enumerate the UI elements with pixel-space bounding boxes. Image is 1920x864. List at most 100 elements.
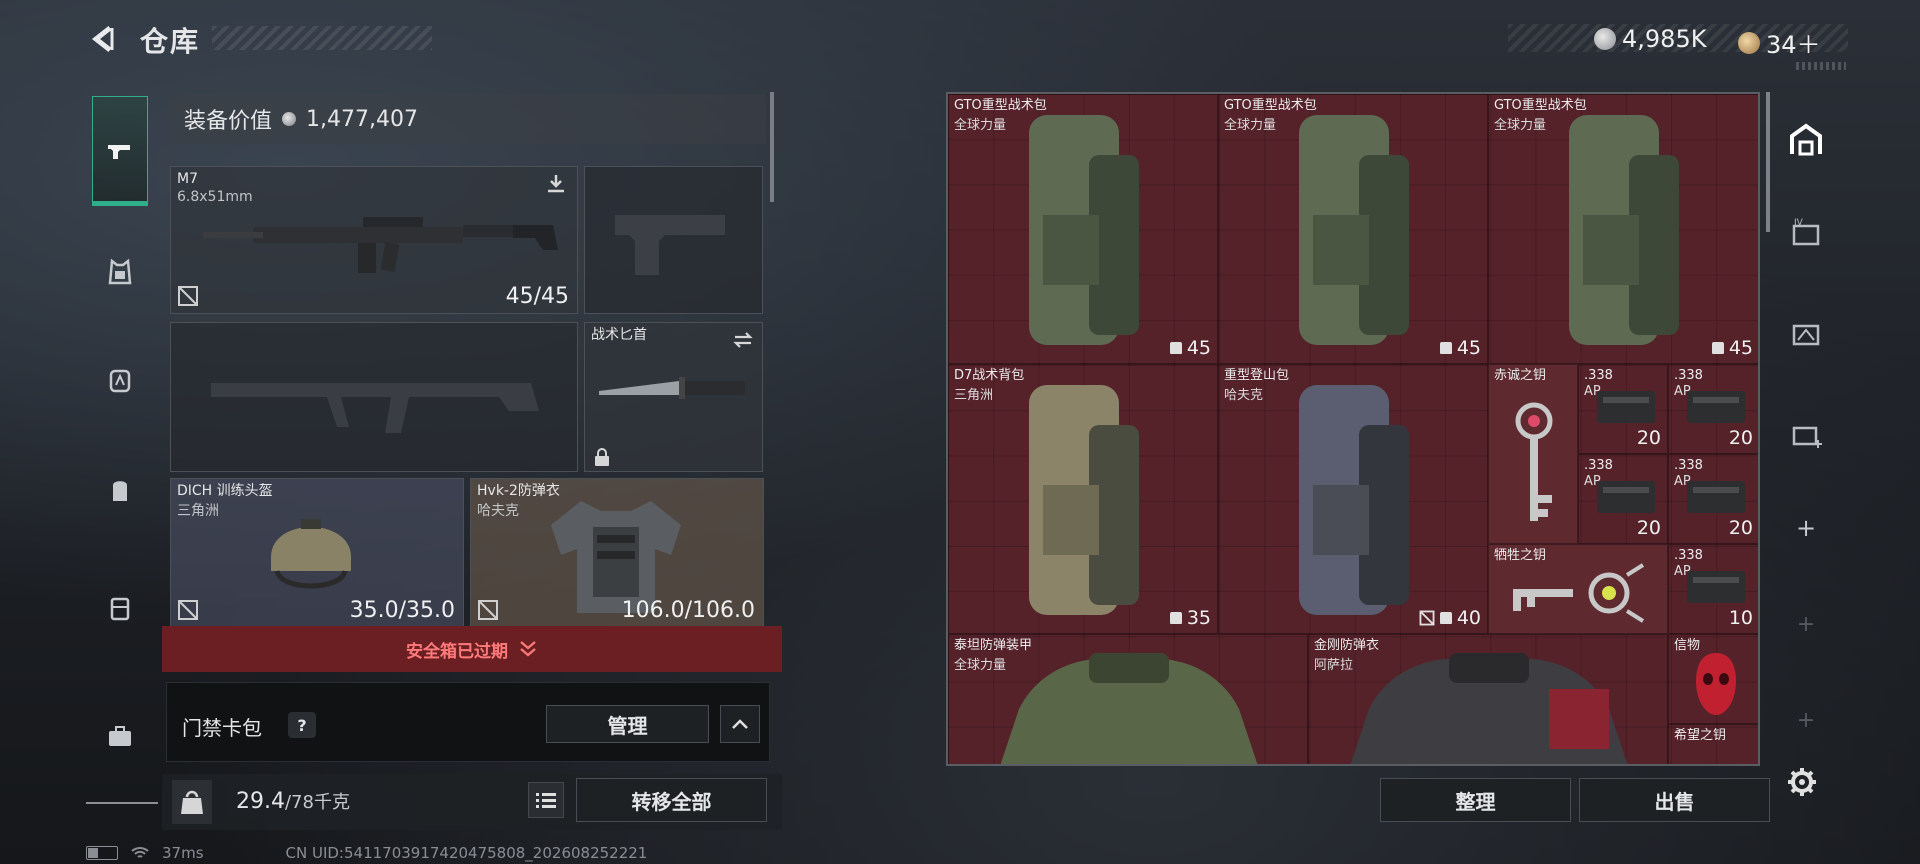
chevron-up-icon — [732, 719, 748, 729]
item-name: 赤诚之钥 — [1494, 368, 1547, 383]
add-page-button-disabled[interactable]: + — [1782, 600, 1830, 648]
stash-item[interactable]: GTO重型战术包 全球力量 45 — [1218, 94, 1488, 364]
mask-image — [1696, 653, 1736, 715]
item-count: 20 — [1636, 427, 1661, 449]
sell-button[interactable]: 出售 — [1579, 778, 1770, 822]
secondary-rifle-slot[interactable] — [170, 322, 578, 472]
item-name: .338 — [1674, 368, 1703, 383]
tab-stash-iii[interactable] — [1782, 310, 1830, 358]
equipment-value: 装备价值 1,477,407 — [170, 94, 766, 144]
keycard-bag-label: 门禁卡包 — [182, 716, 262, 740]
transfer-all-button[interactable]: 转移全部 — [576, 778, 767, 822]
helmet-slot[interactable]: DICH 训练头盔 三角洲 35.0/35.0 — [170, 478, 464, 628]
weight-max: /78千克 — [284, 792, 350, 813]
helmet-name: DICH 训练头盔 — [177, 483, 273, 499]
sidebar-divider — [86, 802, 158, 804]
manage-button[interactable]: 管理 — [546, 705, 709, 743]
item-name: 重型登山包 — [1224, 368, 1290, 383]
silver-coin-icon — [282, 112, 297, 126]
help-icon[interactable]: ? — [288, 712, 316, 738]
stash-item[interactable]: .338 AP 20 — [1668, 364, 1758, 454]
backpack-image — [1299, 385, 1409, 615]
ammo-box-image — [1687, 481, 1745, 513]
stash-item[interactable]: GTO重型战术包 全球力量 45 — [1488, 94, 1758, 364]
sort-button[interactable]: 整理 — [1380, 778, 1571, 822]
stash-item[interactable]: .338 AP 20 — [1578, 364, 1668, 454]
secondary-weapon-slot[interactable] — [584, 166, 763, 314]
stash-item[interactable]: 赤诚之钥 — [1488, 364, 1578, 544]
tab-chest-rig[interactable] — [92, 244, 148, 300]
stash-item[interactable]: 泰坦防弹装甲 全球力量 — [948, 634, 1308, 764]
stash-item[interactable]: 金刚防弹衣 阿萨拉 — [1308, 634, 1668, 764]
stash-item[interactable]: 信物 — [1668, 634, 1758, 724]
stash-item[interactable]: .338 AP 20 — [1578, 454, 1668, 544]
stash-item[interactable]: GTO重型战术包 全球力量 45 — [948, 94, 1218, 364]
back-button[interactable] — [86, 22, 120, 56]
melee-name: 战术匕首 — [591, 327, 647, 343]
gold-coin-icon — [1738, 31, 1760, 54]
stash-item[interactable]: 牺牲之钥 — [1488, 544, 1668, 634]
backpack-a-icon — [109, 369, 131, 393]
tab-stash-add-box[interactable] — [1782, 410, 1830, 458]
add-page-button-disabled[interactable]: + — [1782, 696, 1830, 744]
weapon-name: M7 — [177, 171, 198, 187]
item-faction: 哈夫克 — [1224, 388, 1264, 403]
silver-coin-icon — [1594, 28, 1616, 50]
stash-item[interactable]: .338 AP 10 — [1668, 544, 1758, 634]
collapse-button[interactable] — [720, 705, 760, 743]
rifle-silhouette-icon — [211, 383, 539, 433]
armor-image — [1000, 653, 1258, 764]
list-view-button[interactable] — [528, 782, 564, 818]
tab-stash-iv[interactable]: IV — [1782, 210, 1830, 258]
ammo-box-image — [1687, 391, 1745, 423]
stash-tab-sidebar: IV + + + — [1770, 92, 1842, 832]
tab-backpack[interactable] — [92, 462, 148, 518]
backpack-image — [1569, 115, 1679, 345]
item-count-value: 45 — [1728, 337, 1753, 359]
weight-small-icon — [1169, 342, 1182, 354]
item-count: 10 — [1728, 607, 1753, 629]
armor-slot[interactable]: Hvk-2防弹衣 哈夫克 106.0/106.0 — [470, 478, 764, 628]
safe-box-text: 安全箱已过期 — [406, 641, 508, 662]
wifi-icon — [131, 847, 149, 858]
tab-toolbox[interactable] — [92, 708, 148, 764]
weight-small-icon — [1711, 342, 1724, 354]
swap-icon[interactable] — [732, 329, 754, 351]
category-sidebar — [86, 92, 158, 804]
download-icon[interactable] — [545, 173, 567, 195]
tab-backpack-alt[interactable] — [92, 352, 148, 408]
settings-button[interactable] — [1782, 762, 1822, 802]
rifle-image — [203, 217, 558, 273]
item-count-value: 45 — [1456, 337, 1481, 359]
plus-icon: + — [1796, 611, 1816, 637]
tab-stash-main[interactable] — [1782, 116, 1830, 164]
plus-icon: + — [1795, 514, 1817, 542]
briefcase-icon — [109, 726, 131, 746]
add-page-button[interactable]: + — [1782, 504, 1830, 552]
safe-box-expired-bar[interactable]: 安全箱已过期 — [162, 626, 782, 672]
item-name: D7战术背包 — [954, 368, 1025, 383]
currency-gold[interactable]: 34＋ — [1738, 25, 1821, 60]
tab-weapons[interactable] — [92, 96, 148, 206]
back-arrow-icon — [91, 26, 114, 52]
weight-current: 29.4 — [236, 789, 285, 814]
tab-container[interactable] — [92, 580, 148, 636]
warehouse-icon — [1790, 123, 1822, 156]
currency-silver-value: 4,985K — [1622, 25, 1707, 53]
no-insurance-icon — [478, 600, 498, 620]
stash-item[interactable]: 重型登山包 哈夫克 40 — [1218, 364, 1488, 634]
stash-item[interactable]: D7战术背包 三角洲 35 — [948, 364, 1218, 634]
list-icon — [536, 793, 556, 808]
backpack-icon — [113, 481, 127, 501]
equipment-scrollbar[interactable] — [770, 92, 774, 202]
currency-silver[interactable]: 4,985K — [1594, 25, 1706, 53]
currency-gold-value: 34＋ — [1766, 31, 1821, 59]
item-count: 40 — [1419, 607, 1481, 629]
stash-item[interactable]: .338 AP 20 — [1668, 454, 1758, 544]
stash-item[interactable]: 希望之钥 — [1668, 724, 1758, 764]
melee-slot[interactable]: 战术匕首 — [584, 322, 763, 472]
item-count: 45 — [1439, 337, 1481, 359]
armor-image — [1350, 653, 1628, 764]
primary-weapon-slot[interactable]: M7 6.8x51mm 45/45 — [170, 166, 578, 314]
knife-image — [599, 377, 745, 399]
